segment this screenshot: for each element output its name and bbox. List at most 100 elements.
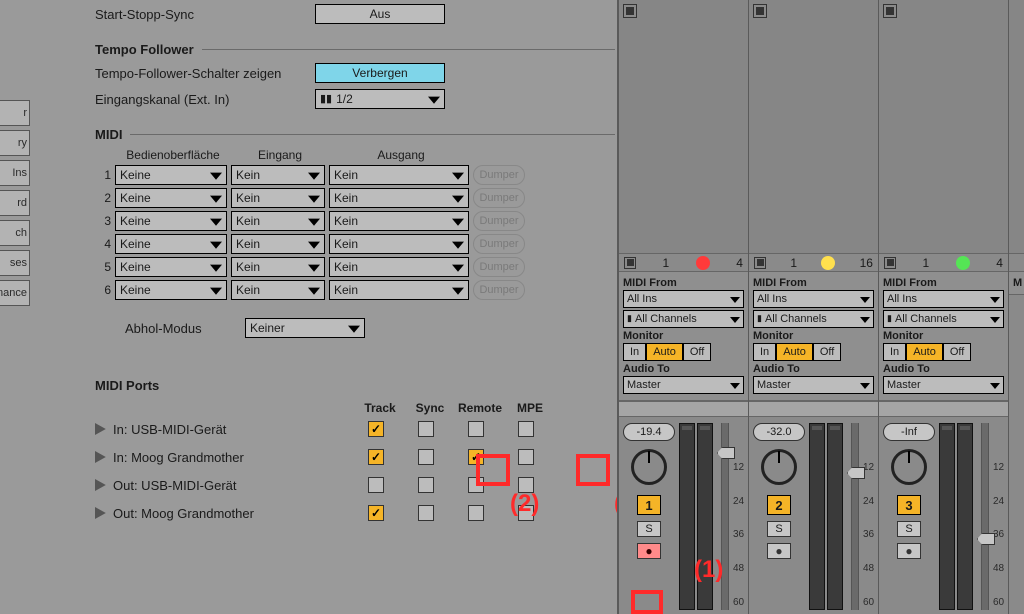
midi-channel-select[interactable]: ▮All Channels xyxy=(753,310,874,328)
midi-from-select[interactable]: All Ins xyxy=(753,290,874,308)
port-track-checkbox[interactable] xyxy=(368,421,384,437)
clip-stop-button[interactable] xyxy=(883,4,897,18)
port-remote-checkbox[interactable] xyxy=(468,505,484,521)
audio-to-select[interactable]: Master xyxy=(883,376,1004,394)
record-arm-button[interactable] xyxy=(897,543,921,559)
port-mpe-checkbox[interactable] xyxy=(518,449,534,465)
disclosure-triangle-icon[interactable] xyxy=(95,479,107,491)
cs-output-select[interactable]: Kein xyxy=(329,234,469,254)
port-remote-checkbox[interactable] xyxy=(468,449,484,465)
sidebar-tab-fragment[interactable]: Ins xyxy=(0,160,30,186)
sidebar-tab-fragment[interactable]: ry xyxy=(0,130,30,156)
track-activator-button[interactable]: 1 xyxy=(637,495,661,515)
solo-button[interactable]: S xyxy=(637,521,661,537)
port-mpe-checkbox[interactable] xyxy=(518,505,534,521)
port-sync-checkbox[interactable] xyxy=(418,505,434,521)
cs-dump-button[interactable]: Dumper xyxy=(473,280,525,300)
port-sync-checkbox[interactable] xyxy=(418,421,434,437)
volume-readout[interactable]: -32.0 xyxy=(753,423,805,441)
cs-input-select[interactable]: Kein xyxy=(231,188,325,208)
midi-channel-select[interactable]: ▮All Channels xyxy=(623,310,744,328)
cs-input-select[interactable]: Kein xyxy=(231,165,325,185)
cs-output-select[interactable]: Kein xyxy=(329,188,469,208)
volume-fader[interactable] xyxy=(851,423,859,610)
pan-knob[interactable] xyxy=(891,449,927,485)
pan-knob[interactable] xyxy=(631,449,667,485)
audio-to-select[interactable]: Master xyxy=(623,376,744,394)
track-activator-button[interactable]: 2 xyxy=(767,495,791,515)
stop-all-icon[interactable] xyxy=(884,257,896,269)
port-track-checkbox[interactable] xyxy=(368,505,384,521)
cs-input-select[interactable]: Kein xyxy=(231,257,325,277)
input-channel-select[interactable]: ▮▮ 1/2 xyxy=(315,89,445,109)
port-remote-checkbox[interactable] xyxy=(468,477,484,493)
midi-channel-select[interactable]: ▮All Channels xyxy=(883,310,1004,328)
cs-output-select[interactable]: Kein xyxy=(329,257,469,277)
start-stop-sync-toggle[interactable]: Aus xyxy=(315,4,445,24)
cs-surface-select[interactable]: Keine xyxy=(115,257,227,277)
monitor-off-button[interactable]: Off xyxy=(683,343,711,361)
sidebar-tab-fragment[interactable]: tenance xyxy=(0,280,30,306)
monitor-off-button[interactable]: Off xyxy=(943,343,971,361)
record-arm-button[interactable] xyxy=(637,543,661,559)
cs-input-select[interactable]: Kein xyxy=(231,280,325,300)
sidebar-tab-fragment[interactable]: ch xyxy=(0,220,30,246)
tf-show-toggle[interactable]: Verbergen xyxy=(315,63,445,83)
cs-dump-button[interactable]: Dumper xyxy=(473,257,525,277)
cs-surface-select[interactable]: Keine xyxy=(115,280,227,300)
sidebar-tab-fragment[interactable]: rd xyxy=(0,190,30,216)
clip-stop-button[interactable] xyxy=(623,4,637,18)
cs-output-select[interactable]: Kein xyxy=(329,280,469,300)
solo-button[interactable]: S xyxy=(897,521,921,537)
volume-fader[interactable] xyxy=(721,423,729,610)
monitor-auto-button[interactable]: Auto xyxy=(646,343,683,361)
cs-dump-button[interactable]: Dumper xyxy=(473,165,525,185)
disclosure-triangle-icon[interactable] xyxy=(95,451,107,463)
cs-input-select[interactable]: Kein xyxy=(231,211,325,231)
sidebar-tab-fragment[interactable]: ses xyxy=(0,250,30,276)
volume-fader[interactable] xyxy=(981,423,989,610)
clip-slot-area[interactable] xyxy=(879,0,1008,254)
pan-knob[interactable] xyxy=(761,449,797,485)
port-track-checkbox[interactable] xyxy=(368,477,384,493)
audio-to-select[interactable]: Master xyxy=(753,376,874,394)
clip-slot-area[interactable] xyxy=(1009,0,1024,254)
port-remote-checkbox[interactable] xyxy=(468,421,484,437)
port-mpe-checkbox[interactable] xyxy=(518,421,534,437)
monitor-in-button[interactable]: In xyxy=(623,343,646,361)
sidebar-tab-fragment[interactable]: r xyxy=(0,100,30,126)
port-track-checkbox[interactable] xyxy=(368,449,384,465)
disclosure-triangle-icon[interactable] xyxy=(95,507,107,519)
cs-surface-select[interactable]: Keine xyxy=(115,165,227,185)
cs-dump-button[interactable]: Dumper xyxy=(473,211,525,231)
port-mpe-checkbox[interactable] xyxy=(518,477,534,493)
stop-all-icon[interactable] xyxy=(754,257,766,269)
port-sync-checkbox[interactable] xyxy=(418,449,434,465)
port-sync-checkbox[interactable] xyxy=(418,477,434,493)
clip-slot-area[interactable] xyxy=(749,0,878,254)
cs-output-select[interactable]: Kein xyxy=(329,211,469,231)
monitor-auto-button[interactable]: Auto xyxy=(776,343,813,361)
cs-surface-select[interactable]: Keine xyxy=(115,234,227,254)
cs-output-select[interactable]: Kein xyxy=(329,165,469,185)
track-activator-button[interactable]: 3 xyxy=(897,495,921,515)
midi-from-select[interactable]: All Ins xyxy=(883,290,1004,308)
stop-all-icon[interactable] xyxy=(624,257,636,269)
clip-stop-button[interactable] xyxy=(753,4,767,18)
solo-button[interactable]: S xyxy=(767,521,791,537)
clip-slot-area[interactable] xyxy=(619,0,748,254)
monitor-off-button[interactable]: Off xyxy=(813,343,841,361)
cs-surface-select[interactable]: Keine xyxy=(115,211,227,231)
monitor-auto-button[interactable]: Auto xyxy=(906,343,943,361)
takeover-mode-select[interactable]: Keiner xyxy=(245,318,365,338)
cs-input-select[interactable]: Kein xyxy=(231,234,325,254)
monitor-in-button[interactable]: In xyxy=(753,343,776,361)
volume-readout[interactable]: -Inf xyxy=(883,423,935,441)
volume-readout[interactable]: -19.4 xyxy=(623,423,675,441)
midi-from-select[interactable]: All Ins xyxy=(623,290,744,308)
cs-dump-button[interactable]: Dumper xyxy=(473,234,525,254)
disclosure-triangle-icon[interactable] xyxy=(95,423,107,435)
cs-surface-select[interactable]: Keine xyxy=(115,188,227,208)
monitor-in-button[interactable]: In xyxy=(883,343,906,361)
record-arm-button[interactable] xyxy=(767,543,791,559)
